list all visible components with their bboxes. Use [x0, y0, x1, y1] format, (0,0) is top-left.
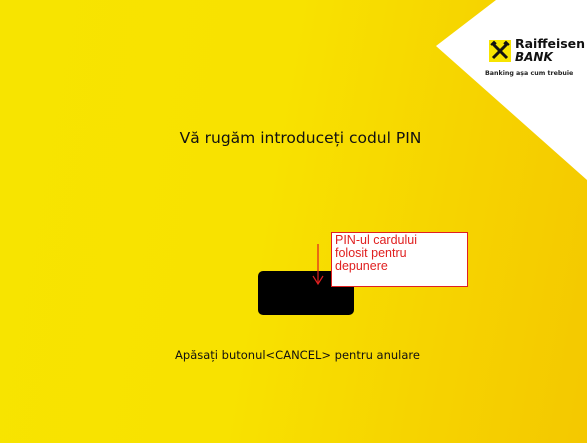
raiffeisen-logo: Raiffeisen BANK Banking așa cum trebuie [485, 36, 587, 96]
cancel-hint: Apăsați butonul<CANCEL> pentru anulare [175, 348, 420, 362]
brand-slogan: Banking așa cum trebuie [485, 70, 574, 77]
crossed-horses-icon [489, 40, 511, 62]
brand-name: Raiffeisen [515, 36, 586, 51]
annotation-line: depunere [335, 259, 388, 273]
pin-prompt: Vă rugăm introduceți codul PIN [179, 129, 422, 147]
brand-sub: BANK [515, 50, 553, 64]
annotation-callout: PIN-ul cardului folosit pentru depunere [331, 232, 468, 287]
atm-screen: Raiffeisen BANK Banking așa cum trebuie … [0, 0, 587, 443]
